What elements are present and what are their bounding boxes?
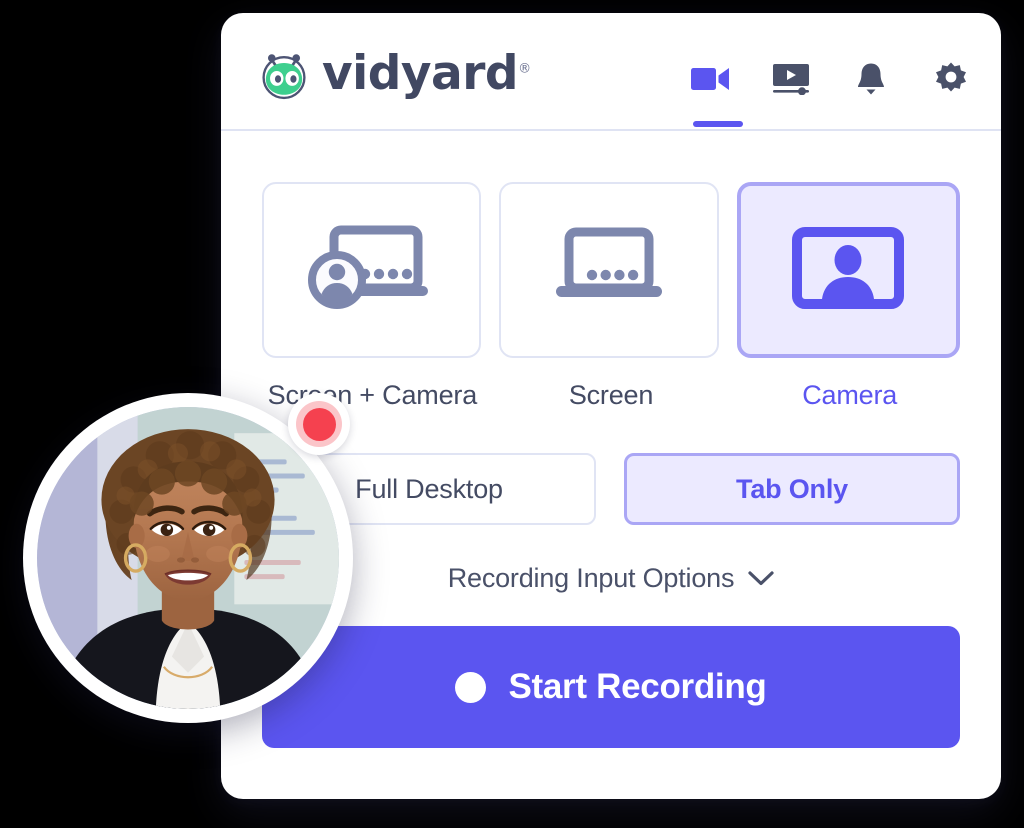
- registered-mark: ®: [518, 60, 531, 76]
- recording-mode-cards: [262, 182, 960, 358]
- chevron-down-icon: [748, 571, 774, 586]
- recording-input-options-label: Recording Input Options: [447, 563, 735, 593]
- video-camera-icon: [691, 65, 731, 93]
- brand-name: vidyard: [322, 45, 519, 101]
- mode-card-screen-camera[interactable]: [262, 182, 482, 358]
- brand: vidyard®: [255, 44, 531, 102]
- webcam-preview-bubble[interactable]: [23, 393, 353, 723]
- app-body: Screen + Camera Screen Camera Full Deskt…: [221, 182, 1001, 748]
- start-recording-label: Start Recording: [508, 667, 767, 706]
- capture-scope-buttons: Full Desktop Tab Only: [262, 453, 960, 525]
- recording-mode-labels: Screen + Camera Screen Camera: [262, 380, 960, 411]
- screenshot-stage: vidyard® Screen + Camera Screen Camera F…: [0, 0, 1024, 828]
- brand-wordmark: vidyard®: [322, 50, 531, 97]
- bell-icon-button[interactable]: [851, 59, 891, 99]
- mode-label-camera: Camera: [802, 380, 898, 410]
- video-camera-icon-button[interactable]: [691, 59, 743, 127]
- mode-card-camera[interactable]: [736, 182, 960, 358]
- recording-input-options-toggle[interactable]: Recording Input Options: [262, 563, 960, 594]
- smiling-woman-headshot: [37, 407, 339, 709]
- app-header: vidyard®: [221, 13, 1001, 131]
- gear-icon: [934, 62, 968, 96]
- bell-icon: [855, 62, 887, 96]
- camera-person-icon: [792, 226, 905, 314]
- record-dot-icon: [455, 671, 487, 703]
- screen-icon: [550, 226, 668, 315]
- mode-card-screen[interactable]: [499, 182, 719, 358]
- scope-button-tab-only[interactable]: Tab Only: [624, 453, 960, 525]
- record-indicator-dot: [302, 407, 336, 441]
- header-actions: [691, 59, 971, 127]
- video-library-icon: [771, 63, 811, 95]
- start-recording-button[interactable]: Start Recording: [262, 626, 960, 748]
- video-library-icon-button[interactable]: [771, 59, 811, 99]
- screen-plus-camera-icon: [307, 222, 436, 319]
- record-indicator-ring: [296, 401, 342, 447]
- gear-icon-button[interactable]: [931, 59, 971, 99]
- webcam-preview-video: [37, 407, 339, 709]
- vidyard-robot-logo-icon: [255, 44, 313, 102]
- record-indicator: [288, 393, 350, 455]
- mode-label-screen: Screen: [568, 380, 654, 410]
